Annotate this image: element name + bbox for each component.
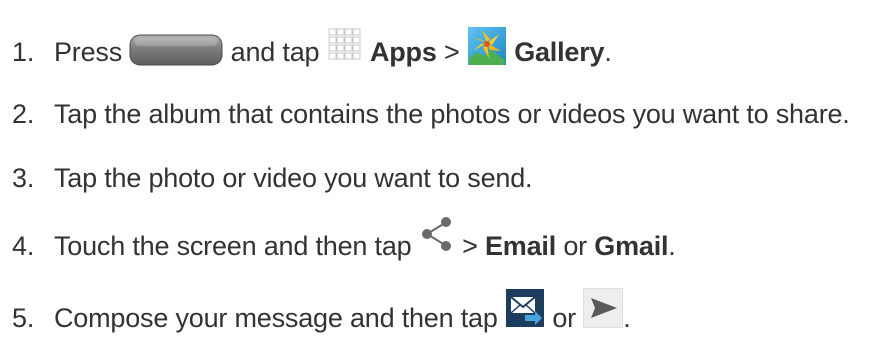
separator: > [443, 37, 460, 68]
separator: > [462, 231, 478, 262]
step-number: 1. [12, 37, 35, 68]
gmail-label: Gmail [594, 231, 669, 262]
step-text: Tap the photo or video you want to send. [54, 163, 533, 193]
step-number: 2. [12, 99, 35, 129]
step-3: 3. Tap the photo or video you want to sen… [12, 162, 533, 194]
step-number: 3. [12, 163, 35, 193]
period: . [623, 303, 631, 334]
apps-label: Apps [369, 37, 437, 68]
step-number: 4. [12, 231, 35, 262]
period: . [604, 37, 612, 68]
instruction-page: { "steps": [ { "number": "1.", "text_a":… [0, 0, 896, 353]
send-arrow-icon [583, 288, 624, 328]
send-email-icon [505, 288, 545, 328]
home-button-icon [129, 34, 223, 66]
apps-grid-icon [327, 28, 363, 64]
step-1: 1. Press and tap Apps > Gallery. [12, 27, 612, 74]
email-label: Email [484, 231, 557, 262]
step-2: 2. Tap the album that contains the photos… [12, 98, 850, 130]
or-text: or [552, 303, 576, 334]
step-text: Tap the album that contains the photos o… [54, 99, 850, 129]
gallery-icon [467, 26, 507, 66]
step-5: 5. Compose your message and then tap or . [12, 288, 631, 340]
step-text: Touch the screen and then tap [54, 231, 412, 262]
step-text: Press [54, 37, 123, 68]
or-text: or [563, 231, 587, 262]
step-text: Compose your message and then tap [54, 303, 498, 334]
period: . [668, 231, 676, 262]
share-icon [419, 216, 455, 252]
step-text: and tap [230, 37, 320, 68]
step-number: 5. [12, 303, 35, 334]
step-4: 4. Touch the screen and then tap > Email … [12, 217, 676, 266]
gallery-label: Gallery [514, 37, 605, 68]
